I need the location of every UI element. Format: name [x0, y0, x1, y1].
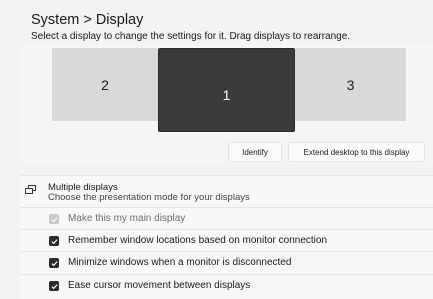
multiple-displays-subtitle: Choose the presentation mode for your di… [48, 192, 250, 203]
monitor-3[interactable]: 3 [295, 48, 406, 121]
multiple-displays-icon [25, 185, 36, 194]
monitor-2-label: 2 [101, 76, 109, 93]
main-display-checkbox [49, 214, 59, 224]
option-main-display: Make this my main display [20, 207, 433, 230]
display-arrangement-panel: 2 1 3 Identify Extend desktop to this di… [20, 44, 433, 164]
remember-window-locations-checkbox[interactable] [49, 236, 59, 246]
check-icon [50, 260, 58, 266]
monitor-2[interactable]: 2 [52, 48, 158, 121]
check-icon [50, 283, 58, 289]
option-ease-cursor-movement[interactable]: Ease cursor movement between displays [20, 274, 433, 297]
extend-desktop-button[interactable]: Extend desktop to this display [288, 142, 425, 162]
multiple-displays-section: Multiple displays Choose the presentatio… [20, 175, 433, 299]
breadcrumb-separator: > [83, 12, 92, 28]
remember-window-locations-label: Remember window locations based on monit… [68, 235, 328, 246]
breadcrumb: System > Display [31, 12, 143, 28]
monitor-3-label: 3 [346, 76, 355, 93]
ease-cursor-movement-label: Ease cursor movement between displays [68, 280, 251, 291]
minimize-windows-label: Minimize windows when a monitor is disco… [68, 257, 292, 268]
check-icon [50, 238, 58, 244]
breadcrumb-parent[interactable]: System [31, 12, 79, 28]
arrange-instructions: Select a display to change the settings … [31, 31, 351, 42]
option-minimize-windows[interactable]: Minimize windows when a monitor is disco… [20, 251, 433, 274]
option-remember-window-locations[interactable]: Remember window locations based on monit… [20, 229, 433, 252]
monitor-1-label: 1 [222, 87, 231, 103]
minimize-windows-checkbox[interactable] [49, 258, 59, 268]
identify-button[interactable]: Identify [228, 142, 282, 162]
breadcrumb-current: Display [95, 12, 144, 28]
ease-cursor-movement-checkbox[interactable] [49, 281, 59, 291]
main-display-label: Make this my main display [68, 213, 186, 224]
check-icon [50, 216, 58, 222]
monitor-1[interactable]: 1 [158, 48, 295, 132]
multiple-displays-header[interactable]: Multiple displays Choose the presentatio… [20, 176, 433, 206]
